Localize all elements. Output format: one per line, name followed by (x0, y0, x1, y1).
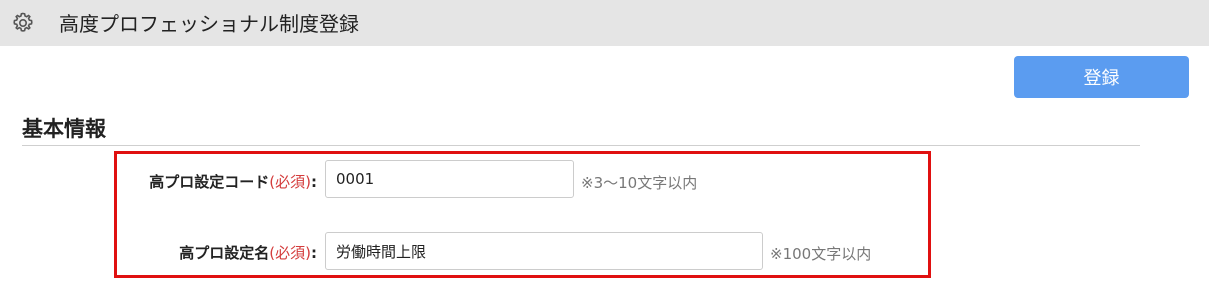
page-title: 高度プロフェッショナル制度登録 (59, 12, 359, 36)
code-label: 高プロ設定コード(必須): (149, 171, 317, 192)
name-required-mark: (必須) (269, 244, 311, 262)
code-required-mark: (必須) (269, 173, 311, 191)
register-button[interactable]: 登録 (1014, 56, 1189, 98)
gear-icon[interactable] (11, 11, 35, 35)
name-label-text: 高プロ設定名 (179, 244, 270, 262)
code-label-text: 高プロ設定コード (149, 173, 270, 191)
code-input[interactable] (325, 160, 574, 198)
name-label: 高プロ設定名(必須): (179, 242, 317, 263)
name-input[interactable] (325, 232, 763, 270)
code-colon: : (311, 173, 317, 191)
title-bar: 高度プロフェッショナル制度登録 (0, 0, 1209, 46)
section-divider (22, 145, 1140, 146)
name-colon: : (311, 244, 317, 262)
code-hint: ※3〜10文字以内 (581, 174, 698, 192)
section-title: 基本情報 (22, 117, 106, 141)
name-hint: ※100文字以内 (770, 245, 872, 263)
